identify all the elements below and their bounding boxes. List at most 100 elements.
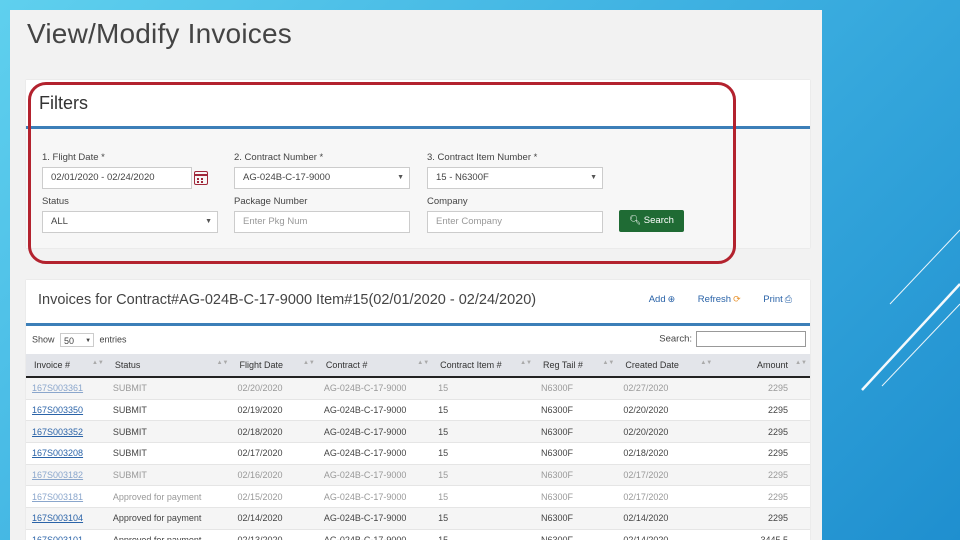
table-row[interactable]: 167S003181 Approved for payment 02/15/2020…	[26, 485, 810, 509]
table-cell: SUBMIT	[106, 420, 232, 444]
column-header[interactable]: Amount ▲▼	[715, 354, 810, 378]
status-label: Status	[42, 196, 69, 207]
table-cell: AG-024B-C-17-9000	[317, 420, 433, 444]
column-header[interactable]: Contract # ▲▼	[317, 354, 433, 378]
invoice-link[interactable]: 167S003352	[26, 420, 107, 444]
table-cell: AG-024B-C-17-9000	[317, 442, 433, 465]
table-row[interactable]: 167S003352 SUBMIT 02/18/2020 AG-024B-C-17-9…	[26, 420, 810, 444]
table-cell: 02/19/2020	[231, 399, 318, 422]
show-entries: Show 50 ▼ entries	[32, 333, 127, 347]
contract-item-select[interactable]: 15 - N6300F ▼	[427, 167, 603, 189]
flight-date-input[interactable]: 02/01/2020 - 02/24/2020	[42, 167, 192, 189]
column-header[interactable]: Contract Item # ▲▼	[432, 354, 535, 378]
table-cell: N6300F	[534, 420, 618, 444]
table-row[interactable]: 167S003361 SUBMIT 02/20/2020 AG-024B-C-17-9…	[26, 377, 810, 400]
sort-icon: ▲▼	[91, 360, 104, 366]
column-header-label: Amount	[756, 360, 788, 370]
table-cell: 15	[432, 442, 535, 465]
page-title: View/Modify Invoices	[27, 18, 292, 49]
table-row[interactable]: 167S003350 SUBMIT 02/19/2020 AG-024B-C-17-9…	[26, 399, 810, 422]
table-cell: 3445.5	[715, 529, 810, 540]
table-cell: 02/16/2020	[231, 464, 318, 487]
table-cell: N6300F	[534, 529, 618, 540]
table-cell: 02/20/2020	[617, 399, 716, 422]
company-input[interactable]: Enter Company	[427, 211, 603, 233]
table-cell: 15	[432, 420, 535, 444]
column-header[interactable]: Created Date ▲▼	[617, 354, 716, 378]
column-header[interactable]: Flight Date ▲▼	[231, 354, 318, 378]
print-label: Print	[763, 294, 783, 305]
table-cell: 02/17/2020	[617, 464, 716, 487]
filters-header: Filters	[26, 80, 810, 129]
table-cell: N6300F	[534, 485, 618, 509]
invoice-link[interactable]: 167S003104	[26, 507, 107, 530]
entries-select[interactable]: 50 ▼	[60, 333, 95, 347]
table-row[interactable]: 167S003101Approved for payment02/13/2020…	[26, 529, 810, 540]
table-cell: Approved for payment	[106, 485, 232, 509]
refresh-button[interactable]: Refresh ⟳	[688, 294, 741, 305]
table-cell: Approved for payment	[106, 507, 232, 530]
invoice-link[interactable]: 167S003181	[26, 485, 107, 509]
column-header[interactable]: Invoice # ▲▼	[26, 354, 107, 378]
print-button[interactable]: Print ⎙	[753, 294, 792, 305]
sort-icon: ▲▼	[302, 360, 315, 366]
table-cell: 02/20/2020	[231, 377, 318, 400]
filters-panel: Filters 1. Flight Date * 02/01/2020 - 02…	[26, 80, 810, 248]
decorative-lines	[861, 229, 960, 391]
table-cell: 2295	[715, 442, 810, 465]
calendar-icon[interactable]	[194, 171, 208, 185]
table-cell: 2295	[715, 507, 810, 530]
contract-number-select[interactable]: AG-024B-C-17-9000 ▼	[234, 167, 410, 189]
table-cell: 2295	[715, 377, 810, 400]
table-cell: 02/14/2020	[617, 529, 716, 540]
invoice-actions: Add ⊕ Refresh ⟳ Print ⎙	[629, 294, 792, 305]
table-row[interactable]: 167S003104 Approved for payment 02/14/2020…	[26, 507, 810, 530]
table-cell: AG-024B-C-17-9000	[317, 529, 433, 540]
table-search-input[interactable]	[696, 331, 806, 347]
search-button[interactable]: 🔍︎ Search	[619, 210, 684, 232]
table-cell: 02/13/2020	[231, 529, 318, 540]
table-cell: 02/17/2020	[617, 485, 716, 509]
column-header[interactable]: Reg Tail # ▲▼	[534, 354, 618, 378]
contract-item-value: 15 - N6300F	[436, 172, 489, 183]
table-cell: 15	[432, 485, 535, 509]
table-cell: Approved for payment	[106, 529, 232, 540]
invoices-panel: Invoices for Contract#AG-024B-C-17-9000 …	[26, 280, 810, 540]
contract-item-label: 3. Contract Item Number *	[427, 152, 538, 163]
table-row[interactable]: 167S003182 SUBMIT 02/16/2020 AG-024B-C-17-9…	[26, 464, 810, 487]
contract-number-label: 2. Contract Number *	[234, 152, 324, 163]
invoice-link[interactable]: 167S003361	[26, 377, 107, 400]
column-header[interactable]: Status ▲▼	[106, 354, 232, 378]
search-button-label: Search	[643, 215, 674, 226]
plus-circle-icon: ⊕	[667, 294, 676, 304]
table-cell: 2295	[715, 464, 810, 487]
app-screen: View/Modify Invoices Filters 1. Flight D…	[10, 10, 822, 540]
invoices-header: Invoices for Contract#AG-024B-C-17-9000 …	[26, 280, 810, 326]
table-cell: AG-024B-C-17-9000	[317, 399, 433, 422]
table-cell: 02/17/2020	[231, 442, 318, 465]
invoice-link[interactable]: 167S003182	[26, 464, 107, 487]
status-select[interactable]: ALL ▼	[42, 211, 218, 233]
table-header-row: Invoice # ▲▼ Status ▲▼ Flight Date ▲▼ Contract…	[26, 354, 810, 378]
table-cell: 15	[432, 529, 535, 540]
table-cell: 15	[432, 464, 535, 487]
invoice-link[interactable]: 167S003350	[26, 399, 107, 422]
table-cell: N6300F	[534, 442, 618, 465]
column-header-label: Reg Tail #	[542, 360, 583, 370]
table-cell: AG-024B-C-17-9000	[317, 507, 433, 530]
sort-icon: ▲▼	[520, 360, 532, 366]
invoice-link[interactable]: 167S003208	[26, 442, 107, 465]
table-row[interactable]: 167S003208 SUBMIT 02/17/2020 AG-024B-C-17-9…	[26, 442, 810, 465]
invoice-link[interactable]: 167S003101	[26, 529, 107, 540]
table-cell: 02/14/2020	[617, 507, 716, 530]
table-cell: N6300F	[534, 507, 618, 530]
table-cell: SUBMIT	[106, 442, 232, 465]
package-number-input[interactable]: Enter Pkg Num	[234, 211, 410, 233]
status-value: ALL	[51, 216, 68, 227]
table-cell: 02/27/2020	[617, 377, 716, 400]
table-search-label: Search:	[659, 333, 692, 345]
sort-icon: ▲▼	[216, 360, 229, 366]
add-button[interactable]: Add ⊕	[639, 294, 675, 305]
column-header-label: Flight Date	[239, 360, 284, 370]
flight-date-label: 1. Flight Date *	[42, 152, 105, 163]
